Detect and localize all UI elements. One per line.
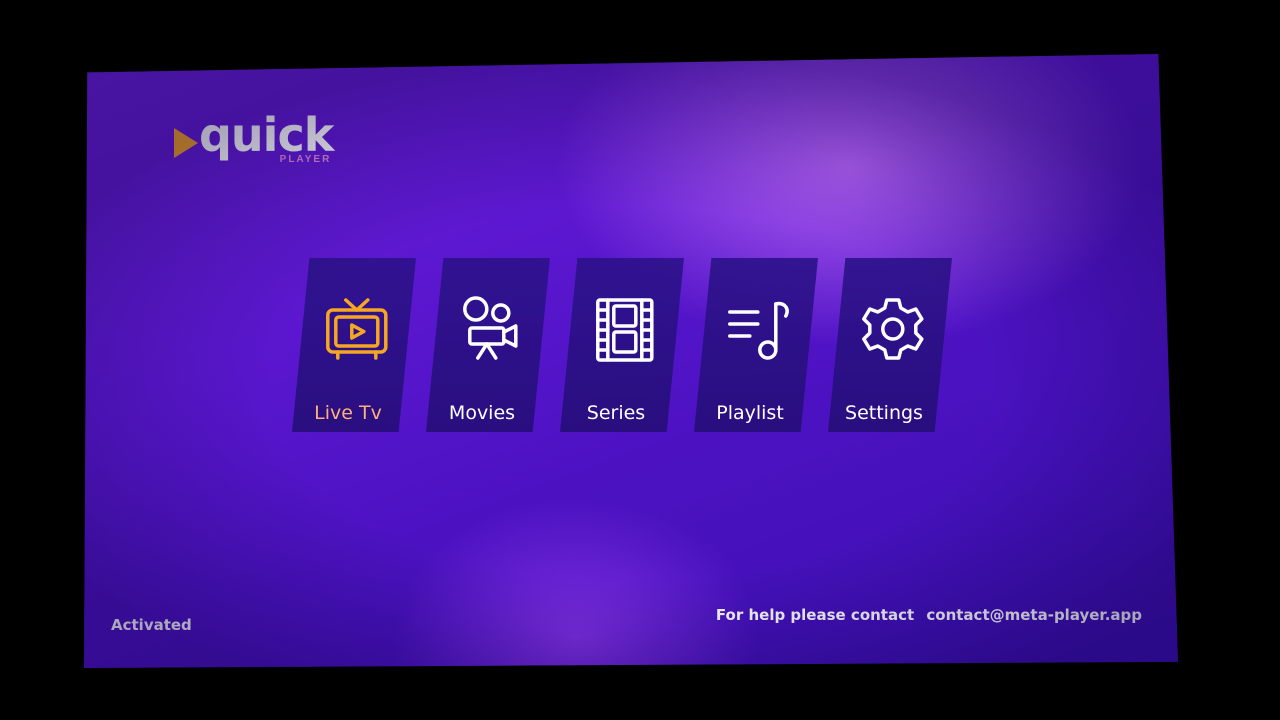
film-strip-icon bbox=[590, 294, 660, 364]
menu-item-playlist[interactable]: Playlist bbox=[694, 258, 818, 432]
help-email: contact@meta-player.app bbox=[926, 606, 1142, 624]
movie-camera-icon bbox=[456, 294, 526, 364]
menu-item-label: Movies bbox=[448, 402, 516, 424]
menu-item-label: Playlist bbox=[716, 402, 784, 424]
tv-screen: quick PLAYER Live Tv Movies Series Playl… bbox=[0, 0, 1280, 720]
app-screen: quick PLAYER Live Tv Movies Series Playl… bbox=[84, 54, 1178, 668]
menu-item-label: Live Tv bbox=[314, 402, 382, 424]
main-menu: Live Tv Movies Series Playlist Settings bbox=[292, 258, 952, 432]
menu-item-label: Series bbox=[586, 402, 646, 424]
menu-item-settings[interactable]: Settings bbox=[828, 258, 952, 432]
menu-item-series[interactable]: Series bbox=[560, 258, 684, 432]
menu-item-movies[interactable]: Movies bbox=[426, 258, 550, 432]
menu-item-label: Settings bbox=[845, 402, 923, 424]
menu-item-live-tv[interactable]: Live Tv bbox=[292, 258, 416, 432]
help-text: For help please contact bbox=[715, 606, 915, 624]
gear-icon bbox=[858, 294, 928, 364]
tv-icon bbox=[322, 294, 392, 364]
logo-subtitle: PLAYER bbox=[279, 154, 332, 165]
playlist-music-icon bbox=[724, 294, 794, 364]
activation-status: Activated bbox=[111, 616, 192, 634]
logo-wordmark: quick bbox=[199, 108, 334, 162]
play-triangle-icon bbox=[174, 128, 198, 158]
help-contact: For help please contact contact@meta-pla… bbox=[716, 606, 1142, 624]
quick-player-logo: quick PLAYER bbox=[174, 108, 334, 176]
